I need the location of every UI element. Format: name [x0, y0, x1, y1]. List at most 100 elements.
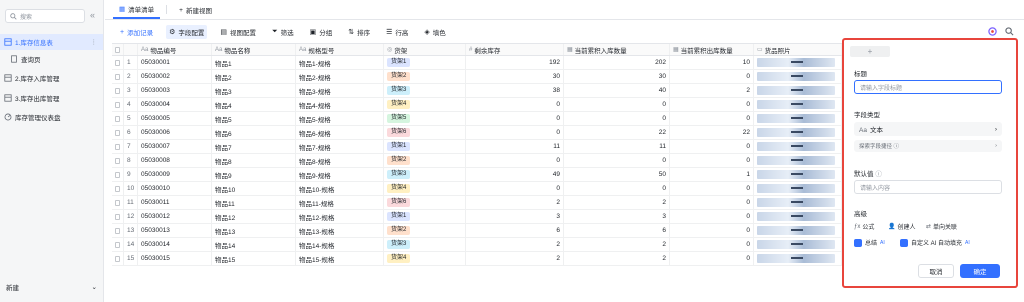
add-field-tab[interactable]: + — [850, 46, 890, 57]
sidebar-item-dashboard[interactable]: 库存管理仪表盘 — [0, 109, 103, 125]
cell-shelf[interactable]: 货架5 — [384, 112, 466, 125]
cell-photo[interactable] — [754, 112, 842, 125]
cell-stock[interactable]: 2 — [466, 196, 564, 209]
cell-photo[interactable] — [754, 168, 842, 181]
table-row[interactable]: 13 05030013 物品13 物品13-规格 货架2 6 6 0 — [112, 224, 842, 238]
cell-photo[interactable] — [754, 56, 842, 69]
cell-shelf[interactable]: 货架6 — [384, 196, 466, 209]
cell-code[interactable]: 05030002 — [138, 70, 212, 83]
cell-name[interactable]: 物品13 — [212, 224, 296, 237]
cell-code[interactable]: 05030007 — [138, 140, 212, 153]
cell-inbound[interactable]: 2 — [564, 252, 670, 265]
cell-name[interactable]: 物品12 — [212, 210, 296, 223]
column-header-name[interactable]: Aa 物品名称 — [212, 44, 296, 55]
cell-photo[interactable] — [754, 252, 842, 265]
table-row[interactable]: 7 05030007 物品7 物品7-规格 货架1 11 11 0 — [112, 140, 842, 154]
product-photo-thumbnail[interactable] — [757, 184, 835, 193]
cell-spec[interactable]: 物品5-规格 — [296, 112, 384, 125]
cell-stock[interactable]: 6 — [466, 224, 564, 237]
cell-code[interactable]: 05030005 — [138, 112, 212, 125]
product-photo-thumbnail[interactable] — [757, 142, 835, 151]
cell-stock[interactable]: 0 — [466, 154, 564, 167]
tab-list-view[interactable]: ▦ 清单清单 — [113, 1, 161, 19]
product-photo-thumbnail[interactable] — [757, 100, 835, 109]
sidebar-item-query-page[interactable]: 查询页 — [0, 51, 103, 67]
cell-spec[interactable]: 物品14-规格 — [296, 238, 384, 251]
cell-code[interactable]: 05030011 — [138, 196, 212, 209]
table-row[interactable]: 9 05030009 物品9 物品9-规格 货架3 49 50 1 — [112, 168, 842, 182]
cell-inbound[interactable]: 22 — [564, 126, 670, 139]
table-row[interactable]: 2 05030002 物品2 物品2-规格 货架2 30 30 0 — [112, 70, 842, 84]
cell-inbound[interactable]: 2 — [564, 196, 670, 209]
cell-name[interactable]: 物品2 — [212, 70, 296, 83]
product-photo-thumbnail[interactable] — [757, 170, 835, 179]
cell-shelf[interactable]: 货架2 — [384, 224, 466, 237]
sidebar-item-inventory-info[interactable]: 1.库存信息表 ⋮ — [0, 34, 103, 50]
cell-code[interactable]: 05030014 — [138, 238, 212, 251]
cell-spec[interactable]: 物品10-规格 — [296, 182, 384, 195]
cell-inbound[interactable]: 40 — [564, 84, 670, 97]
cell-shelf[interactable]: 货架1 — [384, 56, 466, 69]
row-checkbox[interactable] — [112, 70, 124, 83]
cell-stock[interactable]: 49 — [466, 168, 564, 181]
sort-button[interactable]: ⇅ 排序 — [345, 25, 373, 39]
lookup-chip[interactable]: ⇄ 单向关联 — [926, 222, 957, 231]
cancel-button[interactable]: 取消 — [918, 264, 954, 278]
cell-inbound[interactable]: 0 — [564, 182, 670, 195]
select-all-checkbox[interactable] — [112, 44, 124, 55]
cell-shelf[interactable]: 货架2 — [384, 154, 466, 167]
product-photo-thumbnail[interactable] — [757, 254, 835, 263]
more-icon[interactable]: ⋮ — [91, 38, 98, 46]
row-checkbox[interactable] — [112, 84, 124, 97]
filter-button[interactable]: ⏷ 筛选 — [269, 25, 297, 39]
table-row[interactable]: 4 05030004 物品4 物品4-规格 货架4 0 0 0 — [112, 98, 842, 112]
cell-stock[interactable]: 38 — [466, 84, 564, 97]
cell-photo[interactable] — [754, 98, 842, 111]
product-photo-thumbnail[interactable] — [757, 114, 835, 123]
cell-name[interactable]: 物品15 — [212, 252, 296, 265]
cell-shelf[interactable]: 货架3 — [384, 84, 466, 97]
view-config-button[interactable]: ▤ 视图配置 — [217, 25, 259, 39]
table-row[interactable]: 5 05030005 物品5 物品5-规格 货架5 0 0 0 — [112, 112, 842, 126]
column-header-spec[interactable]: Aa 规格型号 — [296, 44, 384, 55]
cell-name[interactable]: 物品6 — [212, 126, 296, 139]
cell-shelf[interactable]: 货架4 — [384, 182, 466, 195]
cell-outbound[interactable]: 0 — [670, 140, 754, 153]
add-record-button[interactable]: + 添加记录 — [117, 25, 156, 39]
product-photo-thumbnail[interactable] — [757, 212, 835, 221]
product-photo-thumbnail[interactable] — [757, 156, 835, 165]
cell-stock[interactable]: 0 — [466, 112, 564, 125]
row-checkbox[interactable] — [112, 56, 124, 69]
group-button[interactable]: ▣ 分组 — [307, 25, 336, 39]
cell-outbound[interactable]: 0 — [670, 154, 754, 167]
cell-photo[interactable] — [754, 140, 842, 153]
row-checkbox[interactable] — [112, 126, 124, 139]
cell-inbound[interactable]: 30 — [564, 70, 670, 83]
cell-outbound[interactable]: 0 — [670, 112, 754, 125]
cell-code[interactable]: 05030015 — [138, 252, 212, 265]
cell-photo[interactable] — [754, 210, 842, 223]
cell-photo[interactable] — [754, 196, 842, 209]
field-title-input[interactable]: 请输入字段标题 — [854, 80, 1002, 94]
cell-photo[interactable] — [754, 154, 842, 167]
cell-name[interactable]: 物品3 — [212, 84, 296, 97]
cell-inbound[interactable]: 2 — [564, 238, 670, 251]
sidebar-new-button[interactable]: 新建 ⌄ — [0, 280, 103, 294]
product-photo-thumbnail[interactable] — [757, 240, 835, 249]
cell-shelf[interactable]: 货架6 — [384, 126, 466, 139]
row-checkbox[interactable] — [112, 182, 124, 195]
table-row[interactable]: 15 05030015 物品15 物品15-规格 货架4 2 2 0 — [112, 252, 842, 266]
cell-name[interactable]: 物品10 — [212, 182, 296, 195]
cell-shelf[interactable]: 货架4 — [384, 98, 466, 111]
row-height-button[interactable]: ☰ 行高 — [383, 25, 411, 39]
row-checkbox[interactable] — [112, 196, 124, 209]
cell-stock[interactable]: 0 — [466, 126, 564, 139]
search-input[interactable]: 搜索 — [5, 9, 85, 23]
table-row[interactable]: 1 05030001 物品1 物品1-规格 货架1 192 202 10 — [112, 56, 842, 70]
product-photo-thumbnail[interactable] — [757, 58, 835, 67]
cell-shelf[interactable]: 货架1 — [384, 140, 466, 153]
cell-photo[interactable] — [754, 224, 842, 237]
cell-photo[interactable] — [754, 238, 842, 251]
cell-stock[interactable]: 192 — [466, 56, 564, 69]
cell-stock[interactable]: 0 — [466, 182, 564, 195]
